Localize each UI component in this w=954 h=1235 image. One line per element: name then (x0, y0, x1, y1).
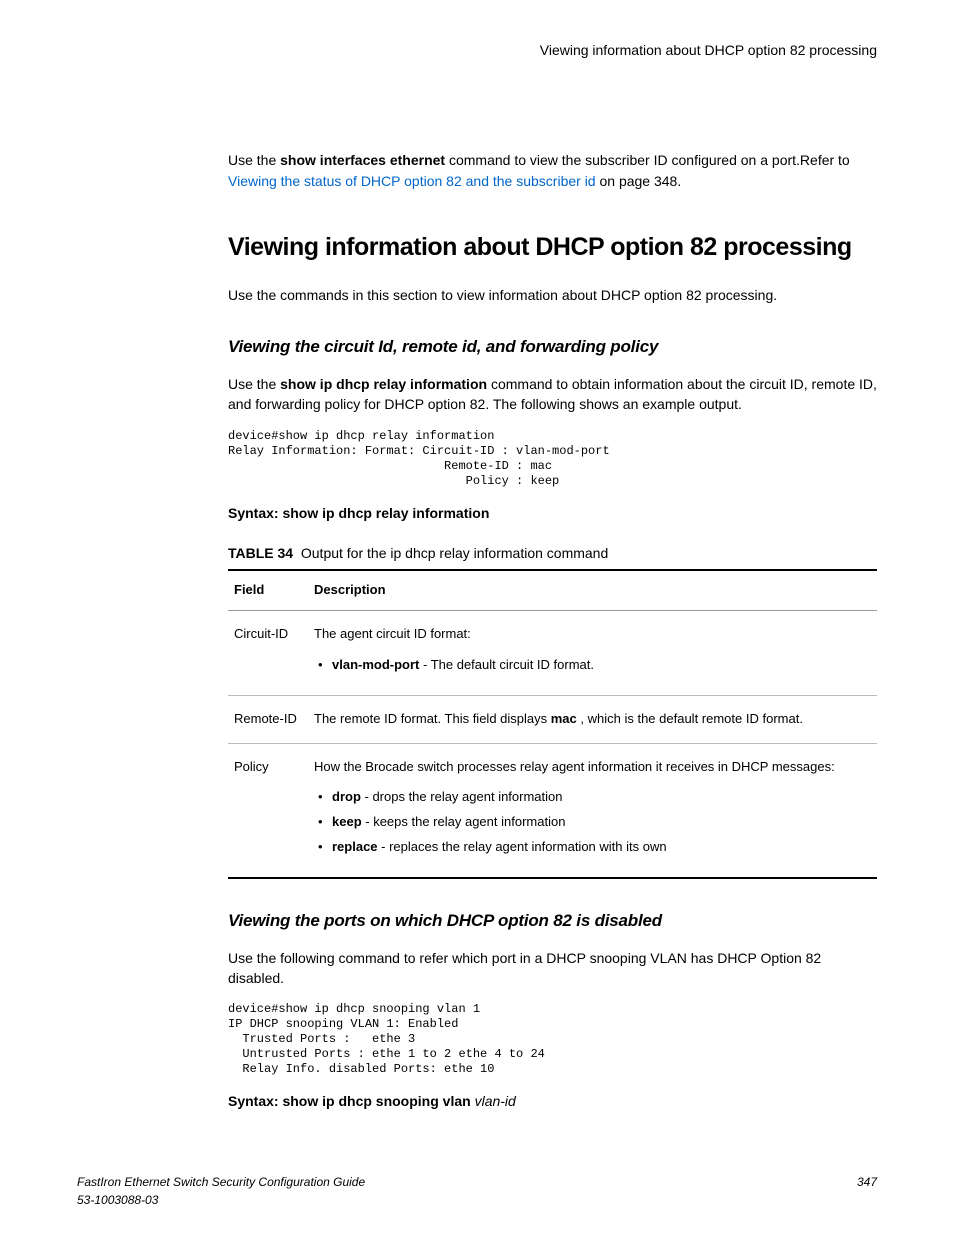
intro-text-c: on page 348. (596, 173, 682, 189)
list-item: keep - keeps the relay agent information (314, 813, 871, 832)
li-rest: - keeps the relay agent information (362, 814, 566, 829)
cell-desc: The agent circuit ID format: vlan-mod-po… (308, 611, 877, 696)
section2-paragraph: Use the following command to refer which… (228, 948, 877, 989)
section1-heading: Viewing the circuit Id, remote id, and f… (228, 335, 877, 360)
h1-paragraph: Use the commands in this section to view… (228, 285, 877, 305)
table-header-row: Field Description (228, 570, 877, 610)
page-number: 347 (857, 1174, 877, 1191)
footer-docnum: 53-1003088-03 (77, 1192, 877, 1209)
section1-code: device#show ip dhcp relay information Re… (228, 429, 877, 489)
li-rest: - The default circuit ID format. (419, 657, 594, 672)
section1-syntax: Syntax: show ip dhcp relay information (228, 503, 877, 523)
li-bold: drop (332, 789, 361, 804)
li-bold: keep (332, 814, 362, 829)
section1-paragraph: Use the show ip dhcp relay information c… (228, 374, 877, 415)
sec1-text-a: Use the (228, 376, 280, 392)
desc-bold: mac (551, 711, 577, 726)
th-field: Field (228, 570, 308, 610)
cell-desc: How the Brocade switch processes relay a… (308, 743, 877, 878)
intro-command: show interfaces ethernet (280, 152, 445, 168)
table-caption: TABLE 34 Output for the ip dhcp relay in… (228, 543, 877, 563)
table-caption-label: TABLE 34 (228, 545, 293, 561)
table-row: Policy How the Brocade switch processes … (228, 743, 877, 878)
intro-paragraph: Use the show interfaces ethernet command… (228, 150, 877, 191)
section2-syntax: Syntax: show ip dhcp snooping vlan vlan-… (228, 1091, 877, 1111)
intro-link[interactable]: Viewing the status of DHCP option 82 and… (228, 173, 596, 189)
li-bold: replace (332, 839, 378, 854)
sec1-command: show ip dhcp relay information (280, 376, 487, 392)
cell-field: Remote-ID (228, 695, 308, 743)
list-item: replace - replaces the relay agent infor… (314, 838, 871, 857)
cell-desc: The remote ID format. This field display… (308, 695, 877, 743)
intro-text-b: command to view the subscriber ID config… (445, 152, 850, 168)
list-item: vlan-mod-port - The default circuit ID f… (314, 656, 871, 675)
desc-list: drop - drops the relay agent information… (314, 788, 871, 857)
li-rest: - replaces the relay agent information w… (378, 839, 667, 854)
li-rest: - drops the relay agent information (361, 789, 563, 804)
cell-field: Policy (228, 743, 308, 878)
page-footer: 347 FastIron Ethernet Switch Security Co… (77, 1174, 877, 1209)
th-description: Description (308, 570, 877, 610)
desc-lead: The agent circuit ID format: (314, 626, 471, 641)
cell-field: Circuit-ID (228, 611, 308, 696)
output-table: Field Description Circuit-ID The agent c… (228, 569, 877, 879)
list-item: drop - drops the relay agent information (314, 788, 871, 807)
intro-text-a: Use the (228, 152, 280, 168)
table-caption-text: Output for the ip dhcp relay information… (301, 545, 608, 561)
sec1-syntax-bold: Syntax: show ip dhcp relay information (228, 505, 489, 521)
desc-list: vlan-mod-port - The default circuit ID f… (314, 656, 871, 675)
sec2-syntax-italic: vlan-id (475, 1093, 516, 1109)
desc-lead: How the Brocade switch processes relay a… (314, 759, 835, 774)
desc-b: , which is the default remote ID format. (577, 711, 803, 726)
sec2-syntax-bold: Syntax: show ip dhcp snooping vlan (228, 1093, 475, 1109)
page-title: Viewing information about DHCP option 82… (228, 229, 877, 265)
section2-heading: Viewing the ports on which DHCP option 8… (228, 909, 877, 934)
table-row: Remote-ID The remote ID format. This fie… (228, 695, 877, 743)
desc-a: The remote ID format. This field display… (314, 711, 551, 726)
footer-title: FastIron Ethernet Switch Security Config… (77, 1174, 877, 1191)
table-row: Circuit-ID The agent circuit ID format: … (228, 611, 877, 696)
running-header: Viewing information about DHCP option 82… (228, 40, 877, 60)
li-bold: vlan-mod-port (332, 657, 419, 672)
section2-code: device#show ip dhcp snooping vlan 1 IP D… (228, 1002, 877, 1077)
